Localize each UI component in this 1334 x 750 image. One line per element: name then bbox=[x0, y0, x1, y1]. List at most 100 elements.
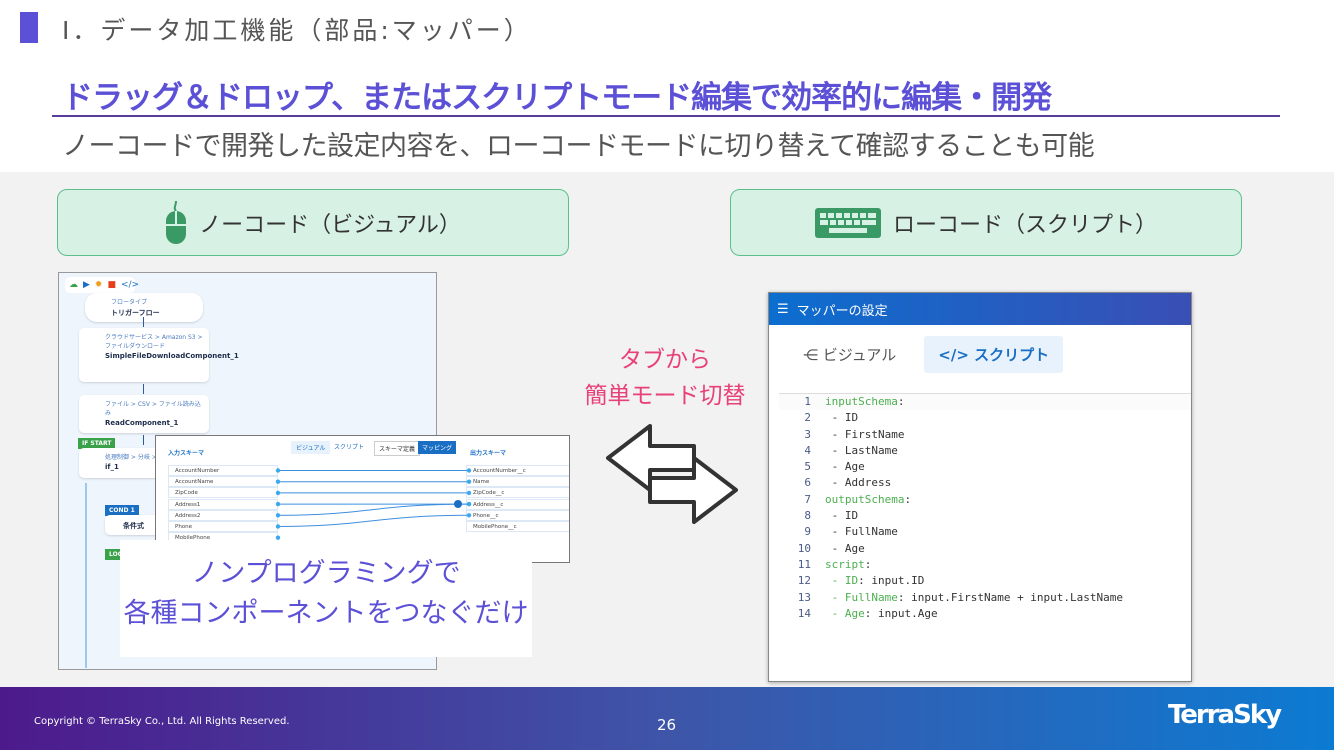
code-rest: : input.FirstName + input.LastName bbox=[897, 590, 1124, 604]
code-line: 6 - Address bbox=[779, 475, 1191, 491]
play-icon[interactable]: ▶ bbox=[83, 280, 90, 290]
terrasky-logo: TerraSky bbox=[1168, 700, 1282, 730]
section-title: Ⅰ．データ加工機能（部品:マッパー） bbox=[62, 16, 532, 45]
line-number: 4 bbox=[804, 443, 811, 457]
code-line: 3 - FirstName bbox=[779, 427, 1191, 443]
code-line: 8 - ID bbox=[779, 508, 1191, 524]
code-rest: - ID bbox=[825, 509, 859, 523]
code-rest: - Age bbox=[825, 460, 865, 474]
code-key: - Age bbox=[825, 606, 865, 620]
code-line: 10 - Age bbox=[779, 541, 1191, 557]
nocode-label-box: ノーコード（ビジュアル） bbox=[57, 189, 569, 256]
callout-line: ノンプログラミングで bbox=[191, 558, 461, 589]
code-rest: - Age bbox=[825, 541, 865, 555]
connector bbox=[143, 435, 144, 445]
line-number: 12 bbox=[797, 574, 811, 588]
stop-icon[interactable]: ■ bbox=[107, 280, 116, 290]
keyboard-icon bbox=[814, 207, 881, 238]
nocode-label: ノーコード（ビジュアル） bbox=[199, 212, 461, 238]
settings-sliders-icon: ☰ bbox=[777, 301, 789, 317]
line-number: 13 bbox=[797, 590, 811, 604]
code-line: 14 - Age: input.Age bbox=[779, 606, 1191, 622]
panel-header: ☰ マッパーの設定 bbox=[769, 293, 1191, 325]
nocode-callout: ノンプログラミングで 各種コンポーネントをつなぐだけ bbox=[120, 540, 532, 657]
code-rest: : bbox=[897, 395, 905, 408]
cloud-icon[interactable]: ☁ bbox=[69, 280, 78, 290]
tab-visual[interactable]: ⋲ ビジュアル bbox=[789, 336, 910, 373]
line-number: 11 bbox=[797, 557, 811, 571]
lowcode-label-box: ローコード（スクリプト） bbox=[730, 189, 1242, 256]
title-underline bbox=[52, 115, 1280, 117]
mapping-line bbox=[277, 514, 470, 527]
code-rest: - FirstName bbox=[825, 427, 905, 441]
mapper-settings-panel: ☰ マッパーの設定 ⋲ ビジュアル </> スクリプト 1 inputSchema:… bbox=[768, 292, 1192, 682]
code-rest: - FullName bbox=[825, 525, 898, 539]
code-line: 11 script: bbox=[779, 557, 1191, 573]
code-line: 1 inputSchema: bbox=[779, 394, 1191, 411]
code-rest: - Address bbox=[825, 476, 892, 490]
mapping-handle bbox=[466, 501, 472, 507]
double-arrow-icon bbox=[606, 424, 738, 524]
line-number: 9 bbox=[804, 525, 811, 539]
callout-line: 各種コンポーネントをつなぐだけ bbox=[123, 598, 529, 629]
page-number: 26 bbox=[657, 716, 677, 734]
mapping-handle bbox=[275, 524, 281, 529]
line-number: 2 bbox=[804, 411, 811, 425]
branch-line bbox=[85, 483, 87, 668]
mapping-handle bbox=[275, 490, 281, 496]
code-key: outputSchema bbox=[825, 492, 905, 506]
line-number: 5 bbox=[804, 460, 811, 474]
code-line: 7 outputSchema: bbox=[779, 492, 1191, 508]
code-line: 12 - ID: input.ID bbox=[779, 573, 1191, 589]
visual-icon: ⋲ bbox=[803, 346, 823, 364]
code-key: - FullName bbox=[825, 590, 898, 604]
mapping-line bbox=[277, 503, 470, 516]
code-rest: : input.ID bbox=[858, 574, 925, 588]
code-line: 5 - Age bbox=[779, 459, 1191, 475]
mapping-handle bbox=[466, 479, 472, 484]
flow-node[interactable]: クラウドサービス > Amazon S3 > ファイルダウンロード SimpleF… bbox=[79, 328, 239, 382]
code-key: inputSchema bbox=[825, 395, 898, 408]
line-number: 8 bbox=[804, 509, 811, 523]
code-rest: : input.Age bbox=[864, 606, 938, 620]
code-rest: - ID bbox=[825, 411, 859, 425]
line-number: 1 bbox=[804, 395, 811, 408]
connector bbox=[143, 384, 144, 394]
line-number: 7 bbox=[804, 492, 811, 506]
code-key: - ID bbox=[825, 574, 859, 588]
code-key: script bbox=[825, 557, 865, 571]
code-rest: : bbox=[864, 557, 872, 571]
mapping-handle bbox=[275, 468, 281, 473]
tab-script[interactable]: </> スクリプト bbox=[924, 336, 1064, 373]
code-rest: - LastName bbox=[825, 443, 898, 457]
connector bbox=[143, 317, 144, 327]
flow-node[interactable]: ファイル > CSV > ファイル読み込み ReadComponent_1 bbox=[79, 395, 209, 433]
copyright: Copyright © TerraSky Co., Ltd. All Right… bbox=[34, 716, 290, 727]
code-line: 4 - LastName bbox=[779, 443, 1191, 459]
line-number: 10 bbox=[797, 541, 811, 555]
trigger-node[interactable]: フロータイプ トリガーフロー bbox=[85, 293, 203, 322]
line-number: 3 bbox=[804, 427, 811, 441]
switch-note: タブから 簡単モード切替 bbox=[560, 342, 770, 414]
section-marker bbox=[20, 12, 38, 43]
panel-title: マッパーの設定 bbox=[796, 303, 888, 319]
mouse-icon bbox=[166, 200, 187, 244]
line-number: 14 bbox=[797, 606, 811, 620]
mapping-handle bbox=[275, 479, 281, 484]
mapping-handle bbox=[275, 501, 281, 507]
code-line: 13 - FullName: input.FirstName + input.L… bbox=[779, 590, 1191, 606]
function-node-icon bbox=[454, 500, 462, 508]
mapping-handle bbox=[466, 513, 472, 518]
mapping-handle bbox=[466, 490, 472, 496]
flow-toolbar: ☁ ▶ ✹ ■ </> bbox=[65, 277, 139, 293]
script-editor[interactable]: 1 inputSchema: 2 - ID 3 - FirstName 4 - Last… bbox=[779, 393, 1191, 681]
page-subtitle: ノーコードで開発した設定内容を、ローコードモードに切り替えて確認することも可能 bbox=[62, 131, 1095, 162]
switch-note-line: 簡単モード切替 bbox=[584, 383, 746, 409]
debug-icon[interactable]: ✹ bbox=[95, 280, 103, 290]
code-line: 9 - FullName bbox=[779, 524, 1191, 540]
code-line: 2 - ID bbox=[779, 410, 1191, 426]
code-icon[interactable]: </> bbox=[121, 280, 139, 290]
lowcode-label: ローコード（スクリプト） bbox=[892, 212, 1157, 238]
mapping-handle bbox=[275, 513, 281, 518]
code-icon: </> bbox=[938, 346, 975, 364]
